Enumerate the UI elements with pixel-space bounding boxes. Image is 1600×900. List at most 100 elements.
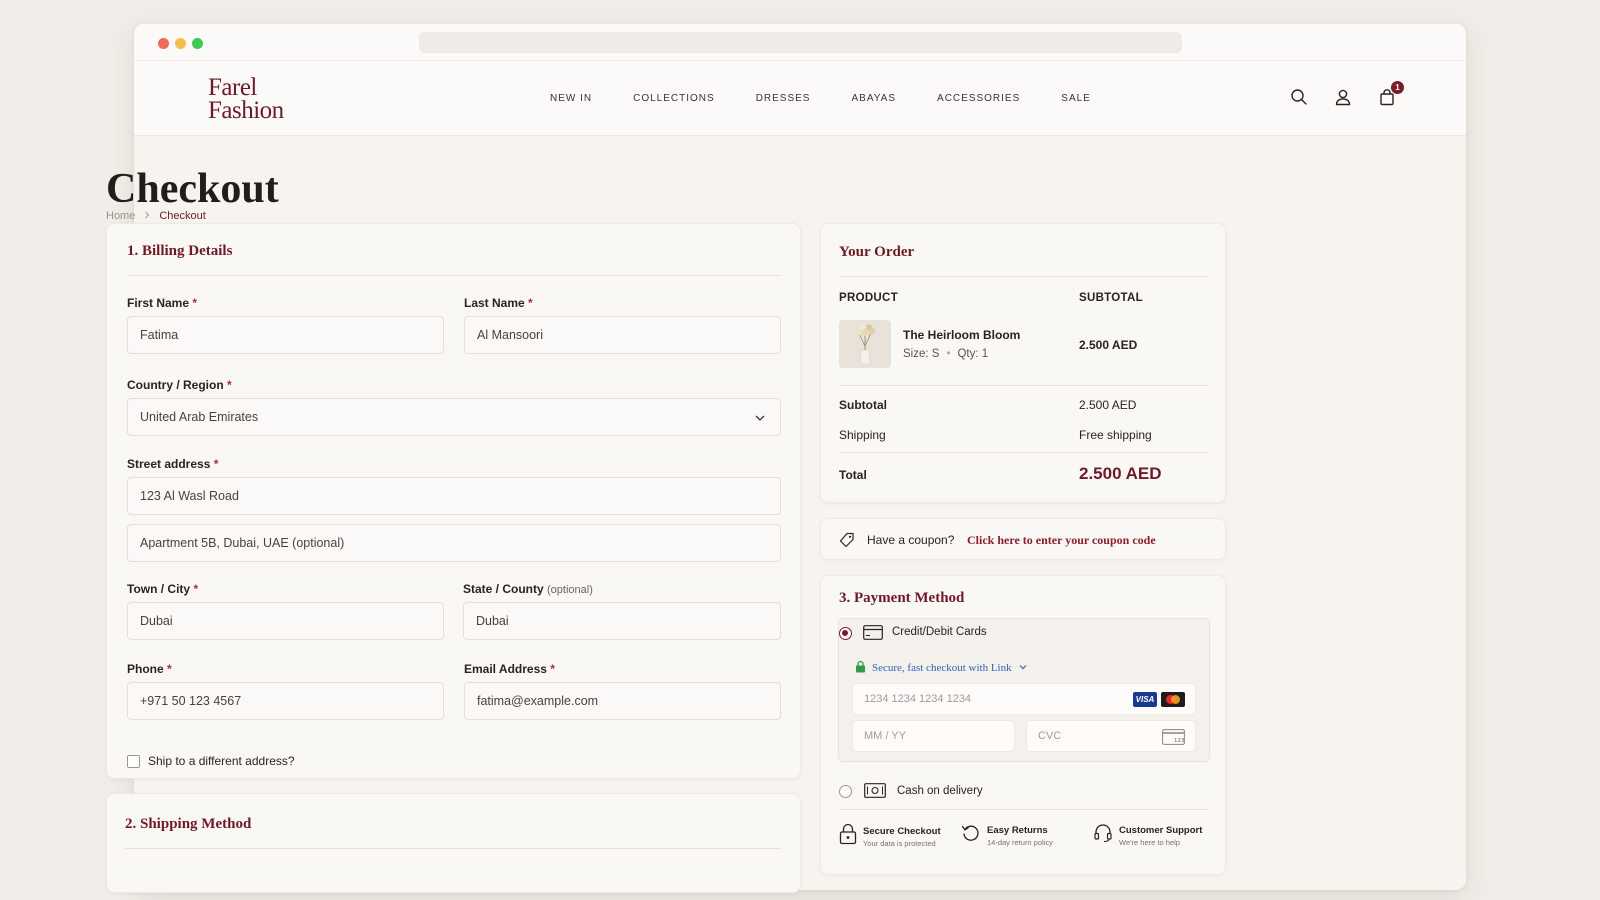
cart-count-badge: 1 [1391,81,1404,94]
address-bar[interactable] [419,32,1182,53]
country-label: Country / Region * [127,378,232,392]
street-address-2-input[interactable]: Apartment 5B, Dubai, UAE (optional) [127,524,781,562]
maximize-window-button[interactable] [192,38,203,49]
brand-logo-line1: Farel [208,74,257,101]
total-value: 2.500 AED [1079,464,1162,483]
billing-section-title: 1. Billing Details [127,243,233,259]
user-icon[interactable] [1334,88,1352,106]
product-meta: Size: S • Qty: 1 [903,348,988,360]
city-label-text: Town / City [127,582,191,596]
order-summary-card: Your Order PRODUCT SUBTOTAL The Heirloom… [820,223,1226,503]
svg-text:123: 123 [1174,738,1185,744]
product-price: 2.500 AED [1079,338,1138,352]
nav-abayas[interactable]: ABAYAS [851,93,896,104]
card-payment-radio[interactable] [839,627,852,640]
lock-icon [855,660,866,676]
trust-secure-sub: Your data is protected [863,838,936,848]
optional-marker: (optional) [547,584,593,596]
street-address-input[interactable]: 123 Al Wasl Road [127,477,781,515]
link-checkout-text: Secure, fast checkout with Link [872,662,1012,674]
order-total-divider [839,452,1209,453]
expiry-input[interactable]: MM / YY [852,720,1015,752]
state-input[interactable]: Dubai [463,602,781,640]
country-select-value: United Arab Emirates [140,410,259,424]
phone-input[interactable]: +971 50 123 4567 [127,682,444,720]
total-label: Total [839,468,867,482]
payment-section-title: 3. Payment Method [839,590,965,606]
chevron-down-icon [1018,662,1028,675]
first-name-label-text: First Name [127,296,190,310]
billing-details-card: 1. Billing Details First Name * Fatima L… [106,223,801,779]
required-marker: * [528,296,533,310]
product-name[interactable]: The Heirloom Bloom [903,328,1020,342]
shipping-label: Shipping [839,428,886,442]
chevron-right-icon [143,210,151,222]
cash-icon [864,783,886,803]
nav-dresses[interactable]: DRESSES [756,93,811,104]
tag-icon [838,532,855,554]
trust-secure-checkout: Secure Checkout Your data is protected [839,823,941,850]
order-divider [839,276,1209,277]
order-items-divider [839,385,1209,386]
city-label: Town / City * [127,582,198,596]
chevron-down-icon [754,412,766,424]
coupon-card: Have a coupon? Click here to enter your … [820,518,1226,560]
email-input[interactable]: fatima@example.com [464,682,781,720]
shipping-method-card: 2. Shipping Method [106,793,801,893]
ship-different-label[interactable]: Ship to a different address? [148,754,295,768]
cod-label[interactable]: Cash on delivery [897,785,983,797]
breadcrumb-home[interactable]: Home [106,210,135,222]
card-payment-label[interactable]: Credit/Debit Cards [892,626,987,638]
card-payment-box: Credit/Debit Cards Secure, fast checkout… [838,618,1210,762]
ship-different-checkbox[interactable] [127,754,140,768]
product-thumbnail[interactable] [839,320,891,368]
shipping-value: Free shipping [1079,428,1152,442]
trust-returns-sub: 14-day return policy [987,837,1053,847]
order-title: Your Order [839,244,915,260]
main-nav: NEW IN COLLECTIONS DRESSES ABAYAS ACCESS… [550,61,1132,136]
brand-logo[interactable]: Farel Fashion [208,74,284,124]
first-name-input[interactable]: Fatima [127,316,444,354]
email-label: Email Address * [464,662,555,676]
nav-new-in[interactable]: NEW IN [550,93,592,104]
shipping-divider [125,848,781,849]
cod-radio[interactable] [839,785,852,798]
close-window-button[interactable] [158,38,169,49]
payment-method-card: 3. Payment Method Credit/Debit Cards Sec… [820,575,1226,875]
billing-divider [127,275,781,276]
product-column-header: PRODUCT [839,292,898,304]
nav-sale[interactable]: SALE [1061,93,1091,104]
phone-label-text: Phone [127,662,164,676]
nav-collections[interactable]: COLLECTIONS [633,93,715,104]
brand-logo-line2: Fashion [208,97,284,124]
country-select[interactable]: United Arab Emirates [127,398,781,436]
street-label: Street address * [127,457,218,471]
padlock-icon [839,823,857,850]
coupon-link[interactable]: Click here to enter your coupon code [967,533,1156,548]
credit-card-icon [863,625,883,645]
search-icon[interactable] [1290,88,1308,106]
state-label-text: State / County [463,582,544,596]
subtotal-label: Subtotal [839,398,887,412]
link-checkout-row[interactable]: Secure, fast checkout with Link [855,660,1028,676]
required-marker: * [167,662,172,676]
nav-accessories[interactable]: ACCESSORIES [937,93,1020,104]
last-name-input[interactable]: Al Mansoori [464,316,781,354]
city-input[interactable]: Dubai [127,602,444,640]
return-arrow-icon [961,823,981,848]
site-header: Farel Fashion NEW IN COLLECTIONS DRESSES… [134,61,1466,136]
browser-titlebar [134,24,1466,61]
required-marker: * [213,457,219,471]
headset-icon [1093,823,1113,848]
bag-icon[interactable]: 1 [1378,81,1404,106]
breadcrumb: Home Checkout [106,210,206,222]
cvc-input[interactable]: CVC 123 [1026,720,1196,752]
street-label-text: Street address [127,457,211,471]
country-label-text: Country / Region [127,378,224,392]
trust-secure-title: Secure Checkout [863,825,941,837]
state-label: State / County (optional) [463,582,593,596]
card-number-input[interactable]: 1234 1234 1234 1234 VISA [852,683,1196,715]
mastercard-icon [1161,692,1185,707]
coupon-prompt: Have a coupon? [867,533,955,547]
minimize-window-button[interactable] [175,38,186,49]
